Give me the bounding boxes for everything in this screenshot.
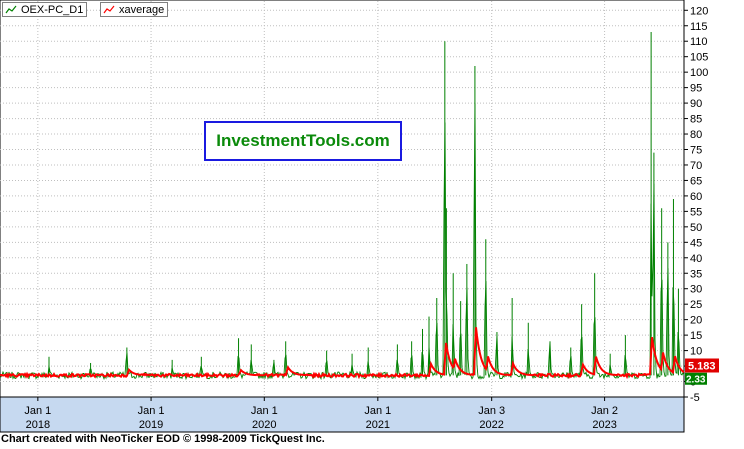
x-tick-year: 2023 bbox=[592, 419, 616, 431]
y-tick-label: 115 bbox=[690, 21, 708, 33]
line-series-icon bbox=[5, 5, 17, 14]
x-tick-label: Jan 3 bbox=[478, 405, 505, 417]
chart-credit: Chart created with NeoTicker EOD © 1998-… bbox=[1, 433, 325, 445]
y-tick-label: 40 bbox=[690, 253, 702, 265]
x-tick-year: 2018 bbox=[26, 419, 50, 431]
legend-item-oex-pc-d1: OEX-PC_D1 bbox=[2, 2, 88, 17]
y-tick-label: 120 bbox=[690, 5, 708, 17]
x-tick-year: 2022 bbox=[479, 419, 503, 431]
legend-item-xaverage: xaverage bbox=[100, 2, 169, 17]
last-value-labels: 5.183 2.33 bbox=[685, 358, 719, 386]
x-tick-year: 2021 bbox=[366, 419, 390, 431]
y-tick-label: 65 bbox=[690, 175, 702, 187]
legend-label: xaverage bbox=[119, 3, 165, 16]
chart: 120 115 110 105 100 95 90 85 80 75 70 65 60 55 50 45 40 3… bbox=[0, 0, 719, 433]
line-series-icon bbox=[103, 5, 115, 14]
x-tick-label: Jan 1 bbox=[138, 405, 165, 417]
y-tick-label: 85 bbox=[690, 114, 702, 126]
x-tick-label: Jan 1 bbox=[364, 405, 391, 417]
y-tick-label: 95 bbox=[690, 83, 702, 95]
x-tick-label: Jan 1 bbox=[24, 405, 51, 417]
y-tick-label: 25 bbox=[690, 299, 702, 311]
y-tick-label: 50 bbox=[690, 222, 702, 234]
last-value-label-xaverage: 5.183 bbox=[688, 360, 716, 372]
y-tick-label: -5 bbox=[690, 392, 700, 404]
x-tick-label: Jan 2 bbox=[591, 405, 618, 417]
y-tick-label: 70 bbox=[690, 160, 702, 172]
x-axis-band bbox=[0, 396, 685, 433]
y-tick-label: 80 bbox=[690, 129, 702, 141]
y-tick-label: 15 bbox=[690, 330, 702, 342]
y-tick-label: 100 bbox=[690, 67, 708, 79]
watermark-box: InvestmentTools.com bbox=[204, 121, 402, 161]
y-tick-label: 10 bbox=[690, 346, 702, 358]
y-tick-label: 75 bbox=[690, 145, 702, 157]
x-tick-year: 2019 bbox=[139, 419, 163, 431]
y-tick-label: 110 bbox=[690, 36, 708, 48]
y-tick-label: 105 bbox=[690, 52, 708, 64]
y-tick-label: 60 bbox=[690, 191, 702, 203]
legend-label: OEX-PC_D1 bbox=[21, 3, 84, 16]
y-tick-label: 20 bbox=[690, 315, 702, 327]
y-tick-label: 45 bbox=[690, 237, 702, 249]
y-tick-label: 90 bbox=[690, 98, 702, 110]
y-tick-label: 55 bbox=[690, 206, 702, 218]
y-tick-label: 30 bbox=[690, 284, 702, 296]
y-axis: 120 115 110 105 100 95 90 85 80 75 70 65 60 55 50 45 40 3… bbox=[684, 5, 708, 404]
last-value-label-oex-pc-d1: 2.33 bbox=[686, 375, 706, 386]
x-tick-year: 2020 bbox=[252, 419, 276, 431]
y-tick-label: 35 bbox=[690, 268, 702, 280]
watermark-text: InvestmentTools.com bbox=[216, 131, 390, 150]
x-tick-label: Jan 1 bbox=[251, 405, 278, 417]
